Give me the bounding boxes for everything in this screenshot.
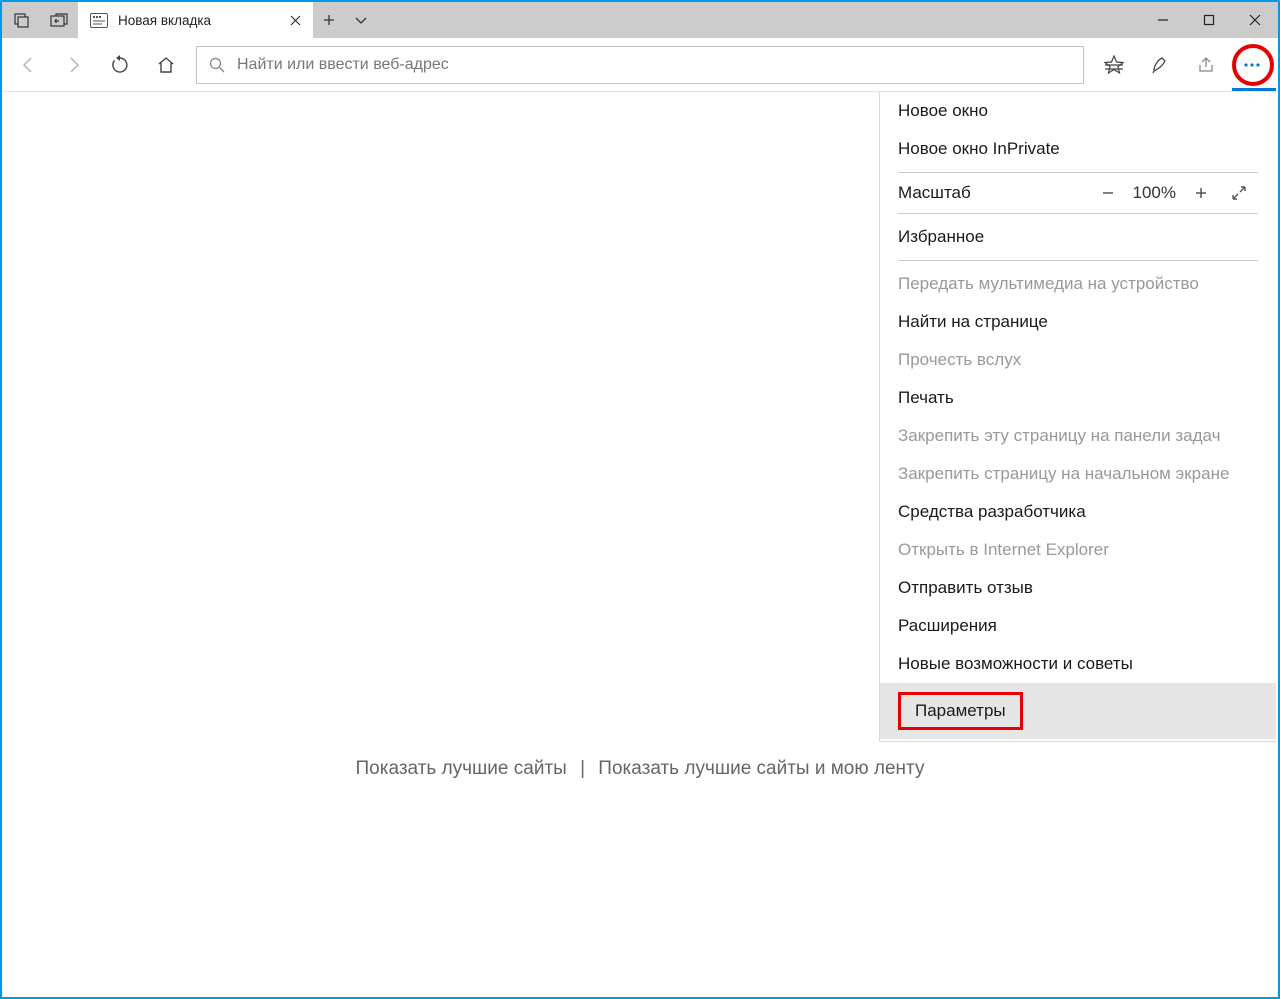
zoom-value: 100% bbox=[1133, 183, 1176, 203]
menu-favorites[interactable]: Избранное bbox=[880, 218, 1276, 256]
link-top-sites[interactable]: Показать лучшие сайты bbox=[356, 758, 567, 779]
menu-dev-tools[interactable]: Средства разработчика bbox=[880, 493, 1276, 531]
titlebar: Новая вкладка bbox=[2, 2, 1278, 38]
new-tab-button[interactable] bbox=[313, 2, 345, 38]
menu-new-window[interactable]: Новое окно bbox=[880, 92, 1276, 130]
refresh-button[interactable] bbox=[98, 45, 142, 85]
menu-zoom: Масштаб 100% bbox=[880, 177, 1276, 209]
search-icon bbox=[209, 57, 225, 73]
menu-whats-new[interactable]: Новые возможности и советы bbox=[880, 645, 1276, 683]
zoom-label: Масштаб bbox=[898, 183, 1089, 203]
set-aside-tabs-button[interactable] bbox=[2, 12, 40, 28]
fullscreen-button[interactable] bbox=[1220, 185, 1258, 201]
titlebar-left bbox=[2, 2, 78, 38]
link-top-sites-feed[interactable]: Показать лучшие сайты и мою ленту bbox=[598, 758, 924, 779]
menu-open-ie: Открыть в Internet Explorer bbox=[880, 531, 1276, 569]
close-button[interactable] bbox=[1232, 2, 1278, 38]
address-input[interactable] bbox=[237, 56, 1071, 74]
share-button[interactable] bbox=[1184, 45, 1228, 85]
menu-find-on-page[interactable]: Найти на странице bbox=[880, 303, 1276, 341]
notes-button[interactable] bbox=[1138, 45, 1182, 85]
zoom-out-button[interactable] bbox=[1089, 186, 1127, 200]
menu-settings-label: Параметры bbox=[915, 701, 1006, 720]
menu-separator bbox=[898, 260, 1258, 261]
more-menu: Новое окно Новое окно InPrivate Масштаб … bbox=[879, 92, 1276, 742]
more-button-active-indicator bbox=[1232, 88, 1276, 91]
menu-separator bbox=[898, 213, 1258, 214]
window-controls bbox=[1140, 2, 1278, 38]
home-button[interactable] bbox=[144, 45, 188, 85]
menu-pin-start: Закрепить страницу на начальном экране bbox=[880, 455, 1276, 493]
maximize-button[interactable] bbox=[1186, 2, 1232, 38]
menu-feedback[interactable]: Отправить отзыв bbox=[880, 569, 1276, 607]
menu-print[interactable]: Печать bbox=[880, 379, 1276, 417]
more-button[interactable] bbox=[1230, 45, 1274, 85]
menu-new-inprivate[interactable]: Новое окно InPrivate bbox=[880, 130, 1276, 168]
toolbar bbox=[2, 38, 1278, 92]
address-bar[interactable] bbox=[196, 46, 1084, 84]
tabs-preview-button[interactable] bbox=[40, 13, 78, 27]
page-icon bbox=[90, 13, 108, 28]
menu-extensions[interactable]: Расширения bbox=[880, 607, 1276, 645]
separator: | bbox=[580, 758, 585, 779]
menu-read-aloud: Прочесть вслух bbox=[880, 341, 1276, 379]
tab-close-button[interactable] bbox=[290, 15, 301, 26]
menu-separator bbox=[898, 172, 1258, 173]
tab-actions-button[interactable] bbox=[345, 2, 377, 38]
minimize-button[interactable] bbox=[1140, 2, 1186, 38]
back-button[interactable] bbox=[6, 45, 50, 85]
menu-settings[interactable]: Параметры bbox=[880, 683, 1276, 739]
tab-title: Новая вкладка bbox=[118, 13, 280, 28]
menu-cast-media: Передать мультимедиа на устройство bbox=[880, 265, 1276, 303]
start-page-links: Показать лучшие сайты | Показать лучшие … bbox=[356, 758, 925, 780]
annotation-rect: Параметры bbox=[898, 692, 1023, 730]
menu-pin-taskbar: Закрепить эту страницу на панели задач bbox=[880, 417, 1276, 455]
forward-button[interactable] bbox=[52, 45, 96, 85]
zoom-in-button[interactable] bbox=[1182, 186, 1220, 200]
favorites-button[interactable] bbox=[1092, 45, 1136, 85]
tab-active[interactable]: Новая вкладка bbox=[78, 2, 313, 38]
